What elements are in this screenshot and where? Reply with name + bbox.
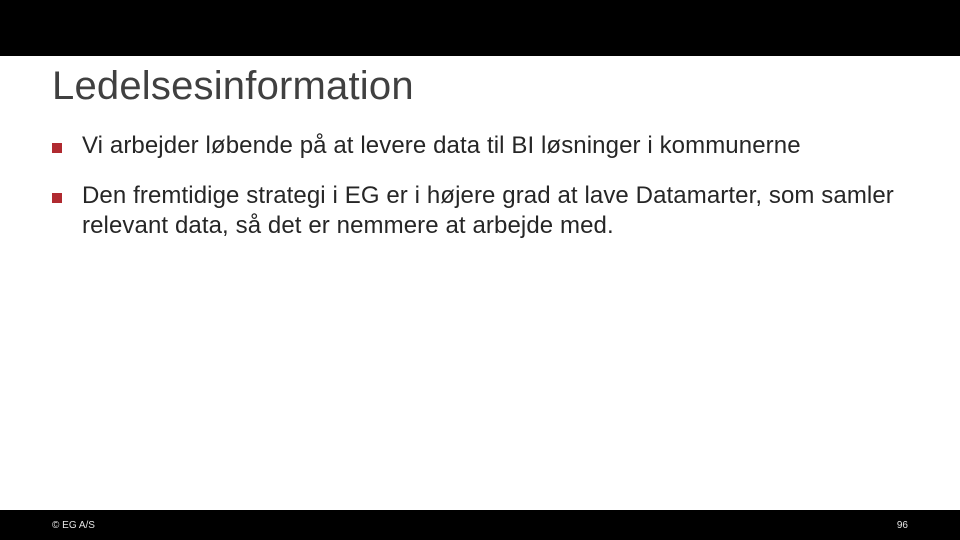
footer-copyright: © EG A/S [52,520,95,531]
bullet-text: Vi arbejder løbende på at levere data ti… [82,131,801,161]
square-bullet-icon [52,193,62,203]
footer-page-number: 96 [897,520,908,531]
slide-title: Ledelsesinformation [0,56,960,109]
slide-content: Ledelsesinformation Vi arbejder løbende … [0,56,960,510]
bullet-text: Den fremtidige strategi i EG er i højere… [82,181,900,241]
bullet-list: Vi arbejder løbende på at levere data ti… [0,109,960,241]
top-black-bar [0,0,960,56]
slide: Ledelsesinformation Vi arbejder løbende … [0,0,960,540]
list-item: Den fremtidige strategi i EG er i højere… [52,181,900,241]
list-item: Vi arbejder løbende på at levere data ti… [52,131,900,161]
footer: © EG A/S 96 [0,510,960,540]
square-bullet-icon [52,143,62,153]
